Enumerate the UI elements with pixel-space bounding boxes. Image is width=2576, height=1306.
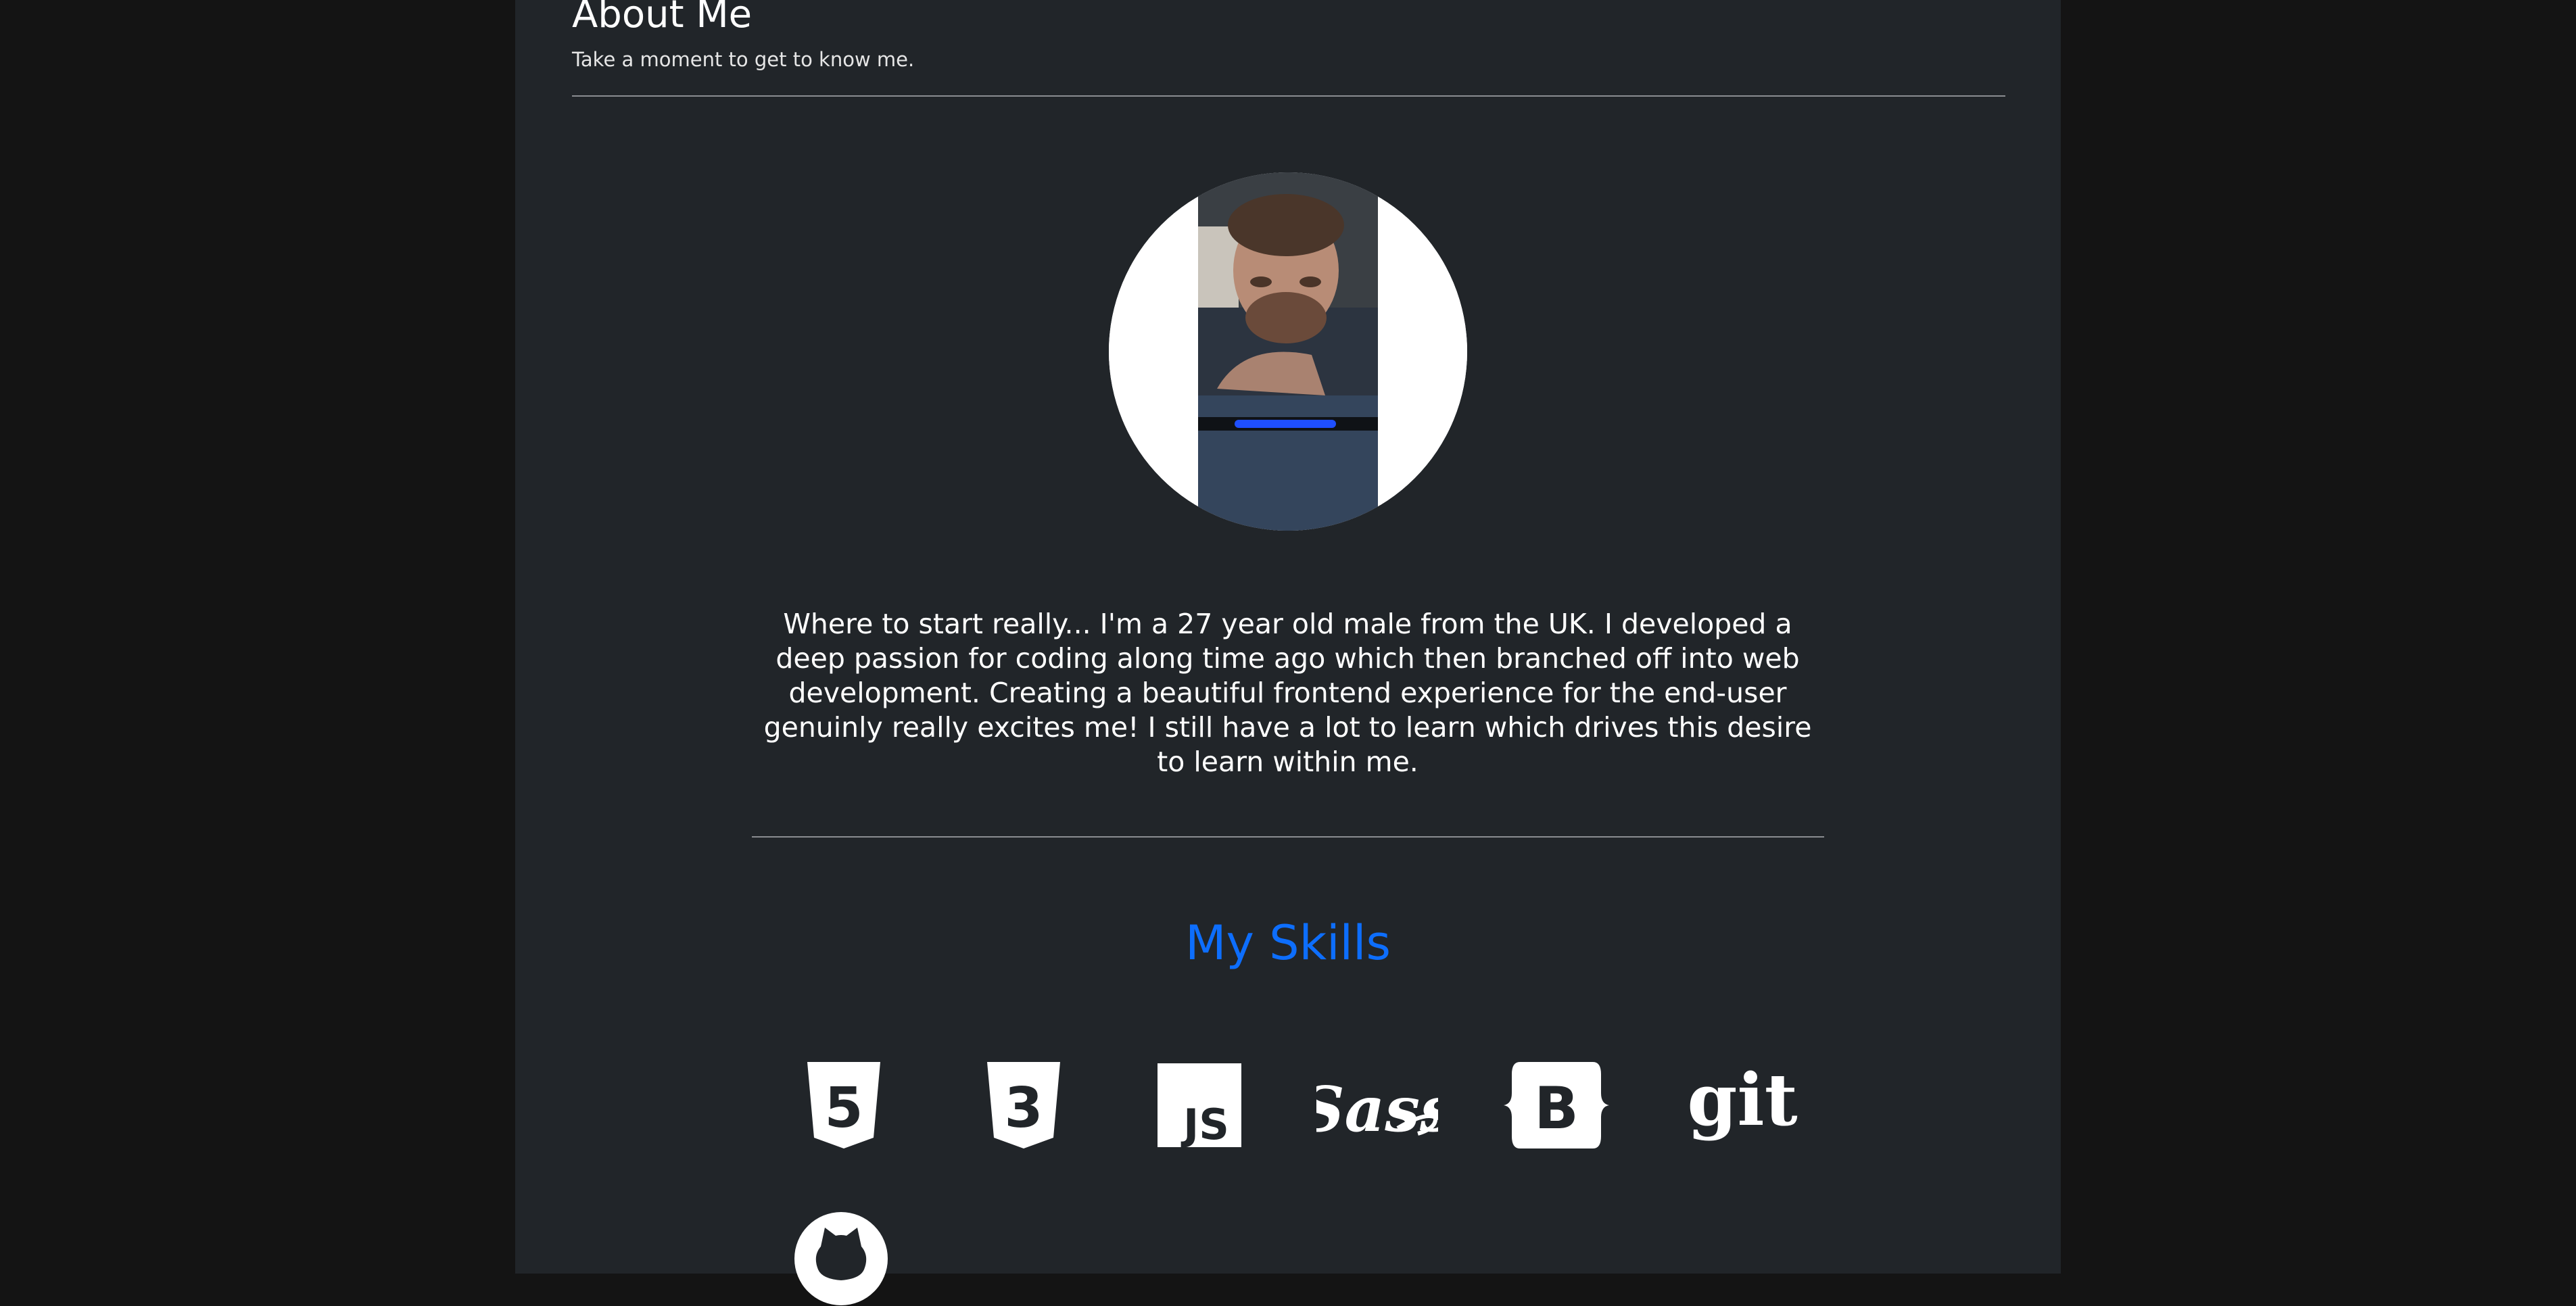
css3-icon-label: 3 [1004, 1076, 1043, 1140]
page-title: About Me [572, 0, 753, 37]
profile-photo-icon [1109, 172, 1467, 531]
css3-icon: 3 [987, 1062, 1060, 1148]
html5-icon-label: 5 [824, 1076, 863, 1140]
skills-title: My Skills [1185, 915, 1391, 971]
bio-text: Where to start really... I'm a 27 year o… [763, 608, 1812, 778]
bio-divider [752, 836, 1824, 838]
bootstrap-icon: B [1504, 1062, 1609, 1148]
git-icon: git [1687, 1060, 1797, 1142]
page-subtitle: Take a moment to get to know me. [572, 48, 915, 71]
section-header: About Me Take a moment to get to know me… [572, 0, 2005, 73]
github-icon [794, 1212, 888, 1305]
header-divider [572, 95, 2005, 97]
git-icon-label: git [1687, 1060, 1797, 1142]
bootstrap-icon-label: B [1534, 1075, 1579, 1142]
html5-icon: 5 [807, 1062, 880, 1148]
about-section: About Me Take a moment to get to know me… [515, 0, 2061, 1305]
sass-icon: Sass [1316, 1073, 1438, 1146]
javascript-icon: JS [1158, 1063, 1241, 1147]
avatar [1109, 172, 1467, 531]
javascript-icon-label: JS [1180, 1100, 1229, 1147]
